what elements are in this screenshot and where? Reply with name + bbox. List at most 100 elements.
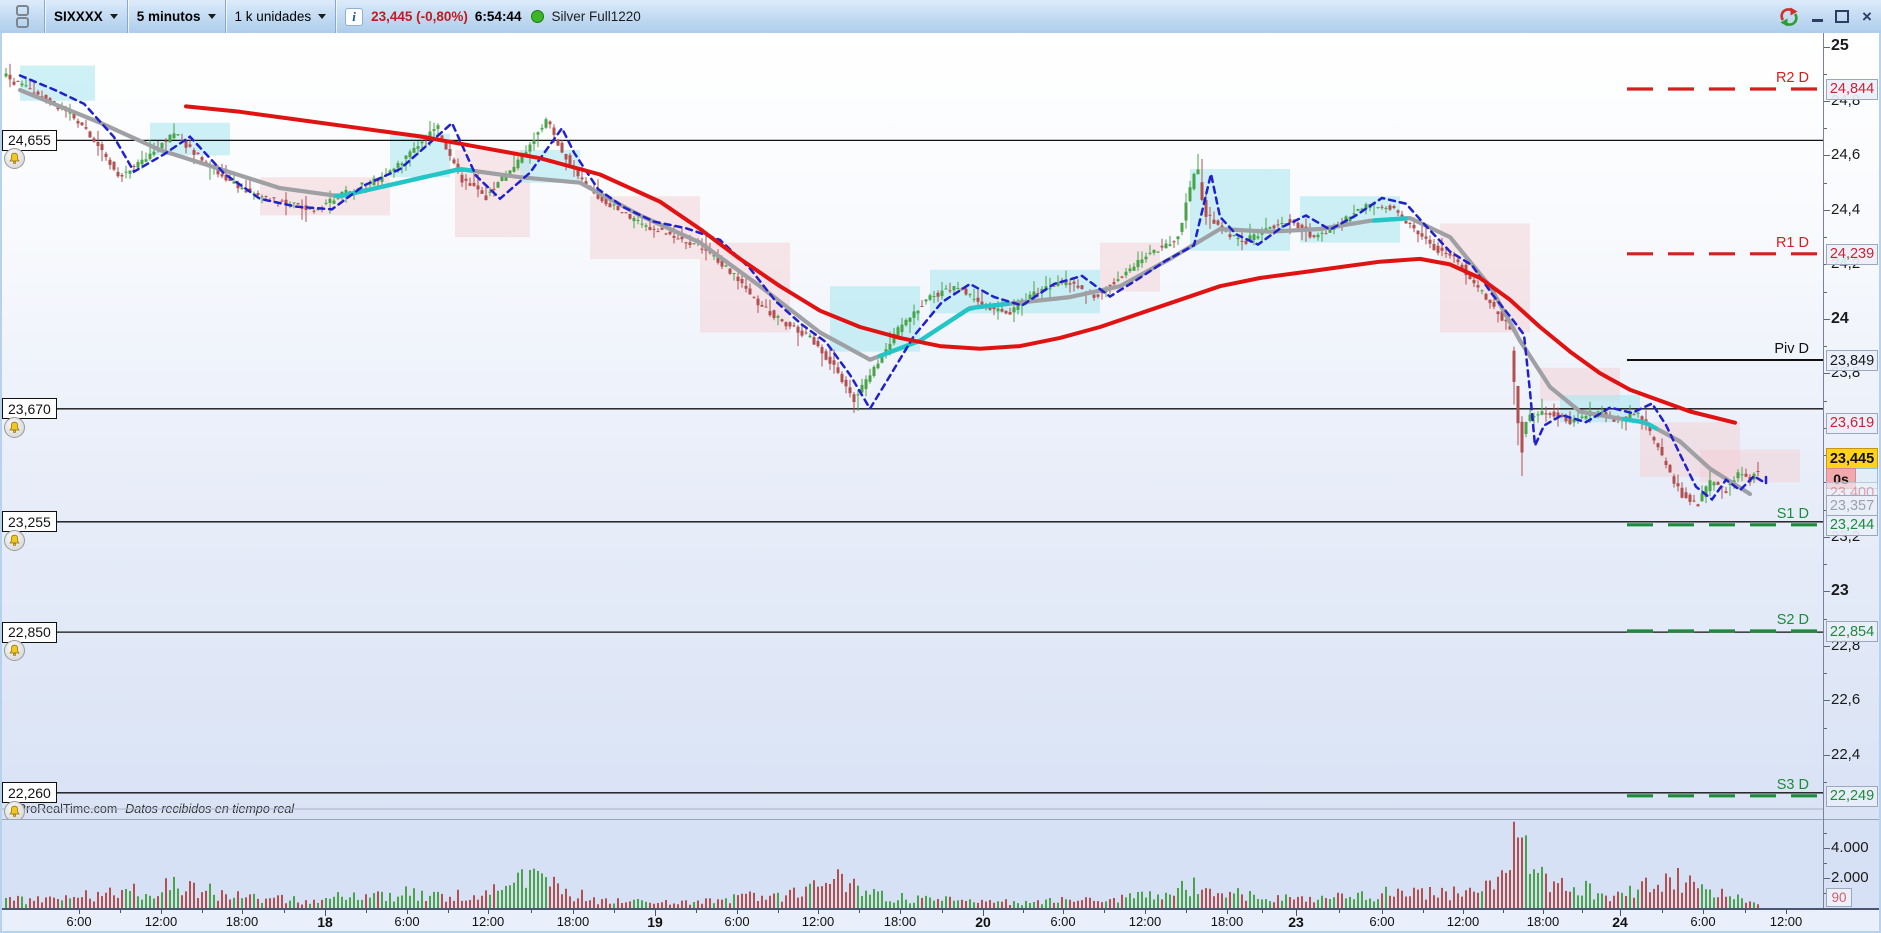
time-label: 19: [647, 914, 663, 930]
time-axis[interactable]: 6:00 12:00 18:00 18 6:00 12:00 18:00 19 6:00 12:0…: [0, 908, 1881, 933]
price-level-box: 23,619: [1826, 412, 1878, 434]
alarm-bell-icon[interactable]: [4, 640, 25, 662]
time-tick: [79, 910, 80, 914]
price-tick: [1824, 645, 1830, 647]
link-windows-icon[interactable]: [0, 0, 44, 33]
symbol-dropdown[interactable]: SIXXXX: [45, 0, 127, 33]
time-label: 6:00: [1050, 914, 1076, 929]
time-tick-minor: [1503, 910, 1504, 913]
chevron-down-icon: [109, 14, 118, 19]
price-level-box: 22,854: [1826, 621, 1878, 643]
volume-axis[interactable]: 4.000 2.000 90: [1823, 819, 1881, 908]
time-label: 18: [317, 914, 333, 930]
time-label: 12:00: [1769, 914, 1803, 929]
time-tick-minor: [1423, 910, 1424, 913]
time-label: 18:00: [883, 914, 917, 929]
time-tick-minor: [366, 910, 367, 913]
alarm-bell-icon[interactable]: [4, 416, 25, 438]
pivot-level-label: Piv D: [1774, 341, 1809, 357]
volume-pane[interactable]: [0, 819, 1823, 908]
volume-chart-svg: [5, 821, 1759, 908]
time-tick: [1463, 910, 1464, 914]
price-tick: [1824, 673, 1827, 674]
alarm-price-label: 23,670: [2, 398, 57, 420]
price-tick-label: 24,6: [1831, 146, 1861, 164]
price-tick: [1824, 100, 1830, 102]
alarm-bell-icon[interactable]: [4, 148, 25, 170]
volume-tick: [1824, 878, 1830, 879]
time-tick: [407, 910, 408, 914]
time-tick-minor: [531, 910, 532, 913]
price-tick: [1824, 781, 1827, 783]
minimize-icon[interactable]: [1809, 9, 1825, 25]
timeframe-label: 5 minutos: [136, 9, 201, 24]
volume-tick: [1824, 833, 1827, 834]
time-tick-minor: [859, 910, 860, 913]
time-tick-minor: [614, 910, 615, 913]
time-tick-minor: [696, 910, 697, 913]
volume-bars-up: [5, 835, 1755, 908]
volume-tick: [1824, 848, 1830, 849]
alarm-bell-icon[interactable]: [4, 529, 25, 551]
price-tick-label: 24,4: [1831, 200, 1861, 218]
time-tick: [1382, 910, 1383, 914]
time-label: 12:00: [801, 914, 835, 929]
symbol-label: SIXXXX: [54, 9, 103, 24]
price-level-box: 23,244: [1826, 514, 1878, 536]
units-dropdown[interactable]: 1 k unidades: [226, 0, 336, 33]
time-tick: [1786, 910, 1787, 914]
price-level-box: 23,357: [1826, 495, 1878, 516]
time-tick: [1703, 910, 1704, 914]
time-tick-minor: [448, 910, 449, 913]
price-tick: [1824, 564, 1827, 565]
time-tick: [1543, 910, 1544, 914]
time-tick-minor: [1104, 910, 1105, 913]
instrument-name: Silver Full1220: [551, 9, 641, 24]
time-tick-minor: [1745, 910, 1746, 913]
sync-icon[interactable]: [1778, 6, 1800, 28]
price-tick: [1824, 291, 1827, 293]
ma-teal-segment: [1371, 216, 1409, 223]
pivot-level-label: R2 D: [1775, 69, 1809, 86]
pivot-level-label: S2 D: [1776, 612, 1809, 629]
chevron-down-icon: [207, 14, 216, 19]
pivot-level-label: S1 D: [1776, 505, 1809, 522]
time-tick: [1145, 910, 1146, 914]
time-tick-minor: [202, 910, 203, 913]
pivot-level-label: R1 D: [1775, 234, 1809, 251]
price-tick: [1824, 400, 1827, 402]
volume-last-box: 90: [1826, 888, 1852, 907]
time-tick: [737, 910, 738, 914]
alarm-price-label: 22,850: [2, 621, 57, 643]
time-label: 6:00: [66, 914, 92, 929]
price-chart-svg: [0, 63, 1823, 810]
time-label: 20: [975, 914, 991, 930]
current-price-box: 23,445: [1826, 448, 1878, 469]
time-tick-minor: [1662, 910, 1663, 913]
volume-bars-down: [9, 821, 1759, 908]
ichimoku-cloud: [930, 269, 1100, 314]
time-label: 6:00: [394, 914, 420, 929]
time-label: 12:00: [471, 914, 505, 929]
time-tick: [1227, 910, 1228, 914]
maximize-icon[interactable]: [1834, 9, 1850, 25]
time-label: 18:00: [556, 914, 590, 929]
timeframe-dropdown[interactable]: 5 minutos: [128, 0, 225, 33]
time-label: 24: [1612, 914, 1628, 930]
time-tick: [573, 910, 574, 914]
info-icon[interactable]: i: [345, 7, 364, 26]
price-tick: [1824, 754, 1830, 756]
chart-canvas[interactable]: © ProRealTime.com Datos recibidos en tiem…: [0, 33, 1823, 822]
price-tick-label: 23: [1831, 582, 1849, 600]
time-tick-minor: [942, 910, 943, 913]
time-tick-minor: [1339, 910, 1340, 913]
price-tick: [1824, 182, 1827, 184]
price-axis[interactable]: 2524,824,624,424,22423,823,22322,822,622…: [1823, 33, 1881, 819]
close-icon[interactable]: ×: [1859, 8, 1875, 25]
time-tick: [161, 910, 162, 914]
alarm-price-label: 23,255: [2, 511, 57, 533]
price-tick: [1824, 128, 1827, 130]
time-label: 12:00: [144, 914, 178, 929]
time-tick-minor: [1023, 910, 1024, 913]
price-tick: [1824, 73, 1827, 75]
